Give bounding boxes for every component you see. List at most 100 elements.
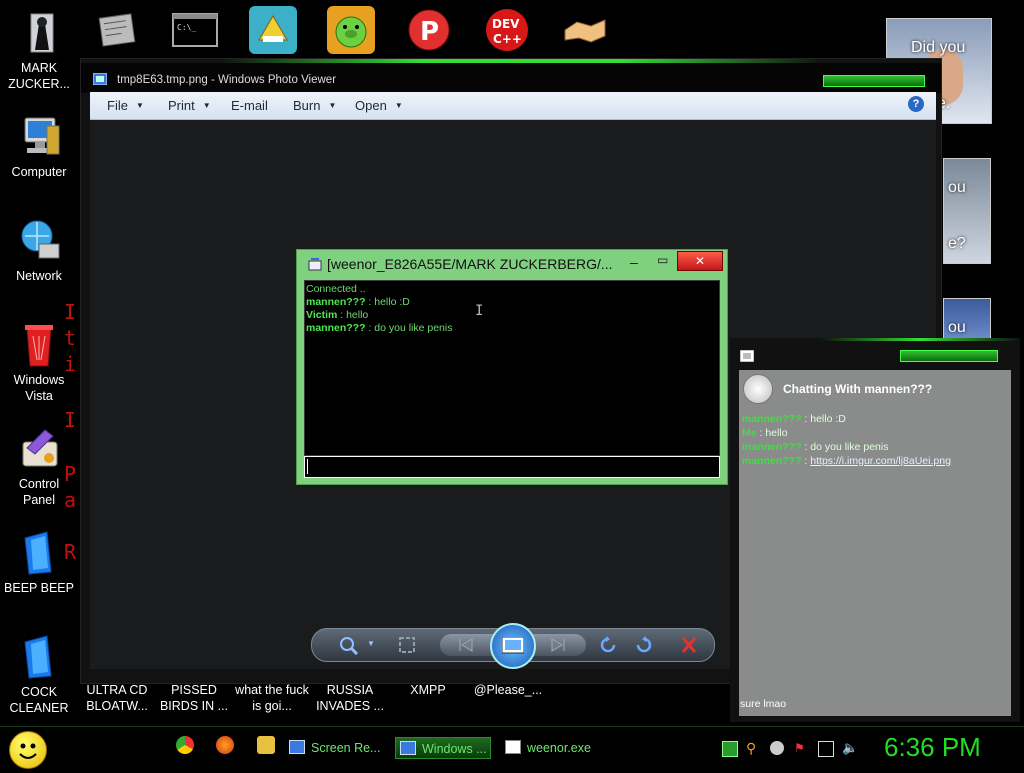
taskbar-item-screen-recorder[interactable]: Screen Re... — [289, 737, 385, 759]
chat-panel-input[interactable]: sure lmao — [739, 694, 1011, 716]
dev-cpp-icon[interactable]: DEV C++ — [483, 6, 531, 54]
actual-size-icon[interactable] — [396, 635, 418, 655]
desktop-icon-computer[interactable]: Computer — [2, 114, 76, 180]
chat-app-icon — [308, 258, 322, 271]
photo-viewer-controls: ▼ — [311, 623, 715, 669]
chat-message: mannen??? : hello :D — [306, 296, 410, 308]
close-icon: ✕ — [694, 254, 706, 268]
chat-link[interactable]: https://i.imgur.com/lj8aUei.png — [810, 455, 951, 467]
menu-file[interactable]: File ▼ — [107, 98, 144, 113]
menu-open[interactable]: Open ▼ — [355, 98, 403, 113]
zoom-icon[interactable] — [338, 635, 360, 656]
svg-text:P: P — [420, 17, 439, 47]
window-control-buttons[interactable] — [900, 350, 998, 362]
tray-green-icon[interactable] — [722, 741, 738, 757]
start-button[interactable] — [9, 731, 47, 769]
desktop-icon-mark-zuckerberg[interactable]: MARK ZUCKER... — [2, 10, 76, 92]
control-panel-icon — [17, 426, 61, 472]
angry-birds-pig-icon[interactable] — [327, 6, 375, 54]
avatar — [743, 374, 773, 404]
chat-message-input[interactable] — [304, 456, 720, 478]
photo-viewer-app-icon — [93, 73, 107, 85]
command-prompt-icon[interactable]: C:\_ — [171, 6, 219, 54]
blue-folder-icon — [17, 634, 61, 680]
thumbnail-caption: Did you — [911, 39, 966, 56]
photo-viewer-titlebar[interactable]: tmp8E63.tmp.png - Windows Photo Viewer — [81, 63, 941, 93]
rotate-left-icon[interactable] — [598, 635, 620, 655]
menu-print[interactable]: Print ▼ — [168, 98, 211, 113]
app-icon — [289, 740, 305, 754]
p-app-icon[interactable]: P — [405, 6, 453, 54]
recycle-bin-icon — [17, 322, 61, 368]
desktop-icon-please[interactable]: @Please_... — [466, 682, 550, 698]
thumbnail-caption: e? — [948, 235, 966, 252]
chat-message: mannen??? : https://i.imgur.com/lj8aUei.… — [742, 455, 951, 467]
folder-icon[interactable] — [257, 736, 275, 754]
maximize-icon[interactable]: ▭ — [657, 253, 668, 267]
firefox-icon[interactable] — [216, 736, 234, 754]
slideshow-button[interactable] — [490, 623, 536, 669]
minimize-icon[interactable]: – — [630, 254, 638, 270]
chat-panel-body: Chatting With mannen??? mannen??? : hell… — [739, 370, 1011, 716]
delete-icon[interactable] — [678, 635, 700, 655]
menu-burn[interactable]: Burn ▼ — [293, 98, 336, 113]
chrome-icon[interactable] — [176, 736, 194, 754]
title-glow — [820, 338, 1020, 341]
photo-viewer-title: tmp8E63.tmp.png - Windows Photo Viewer — [117, 74, 337, 86]
svg-text:C++: C++ — [493, 32, 522, 46]
background-text: R — [64, 540, 77, 564]
desktop-icon-label: Control Panel — [18, 477, 60, 507]
flag-icon[interactable]: ⚑ — [794, 741, 808, 755]
window-control-buttons[interactable] — [823, 75, 925, 87]
help-icon[interactable]: ? — [908, 96, 924, 112]
menu-email[interactable]: E-mail — [231, 98, 268, 113]
desktop-icon-label: Network — [16, 269, 62, 283]
previous-icon[interactable] — [454, 635, 476, 655]
text-cursor-icon: I — [475, 303, 484, 319]
volume-icon[interactable]: 🔈 — [842, 741, 858, 755]
next-icon[interactable] — [548, 635, 570, 655]
background-text: t — [64, 326, 77, 350]
app-icon — [505, 740, 521, 754]
taskbar-item-windows-photo-viewer[interactable]: Windows ... — [395, 737, 491, 759]
chevron-down-icon[interactable]: ▼ — [360, 640, 382, 660]
chat-window-title: [weenor_E826A55E/MARK ZUCKERBERG/... — [327, 256, 613, 272]
network-icon[interactable] — [818, 741, 834, 757]
desktop-icon-xmpp[interactable]: XMPP — [386, 682, 470, 698]
chat-status: Connected .. — [306, 283, 366, 295]
thumbnail-image[interactable]: ou e? — [943, 158, 991, 264]
desktop-icon-network[interactable]: Network — [2, 218, 76, 284]
desktop-icon-cock-cleaner[interactable]: COCK CLEANER — [2, 634, 76, 716]
handshake-icon[interactable] — [561, 6, 609, 54]
smiley-icon — [19, 743, 37, 759]
desktop-icon-russia[interactable]: RUSSIA INVADES ... — [308, 682, 392, 714]
chat-panel-window[interactable]: Chatting With mannen??? mannen??? : hell… — [730, 338, 1020, 722]
desktop-icon-label: Computer — [11, 165, 67, 179]
chat-window[interactable]: [weenor_E826A55E/MARK ZUCKERBERG/... – ▭… — [296, 249, 728, 485]
svg-text:DEV: DEV — [492, 17, 520, 31]
newspaper-icon[interactable] — [93, 6, 141, 54]
desktop-icon-label: Windows Vista — [13, 373, 65, 403]
chat-message: mannen??? : do you like penis — [306, 322, 453, 334]
blue-folder-icon — [17, 530, 61, 576]
caret — [307, 459, 308, 474]
desktop-icon-pissed-birds[interactable]: PISSED BIRDS IN ... — [152, 682, 236, 714]
chat-log: Connected .. mannen??? : hello :D Victim… — [304, 280, 720, 456]
desktop-icon-ultra-cd[interactable]: ULTRA CD BLOATW... — [75, 682, 159, 714]
background-text: i — [64, 352, 77, 376]
thumbnail-caption: ou — [948, 319, 966, 336]
notes-app-icon[interactable] — [249, 6, 297, 54]
window-app-icon — [740, 350, 754, 362]
taskbar: Screen Re... Windows ... weenor.exe ⚲ ⚑ … — [0, 726, 1024, 769]
close-button[interactable]: ✕ — [677, 251, 723, 271]
desktop-icon-what-the[interactable]: what the fuck is goi... — [230, 682, 314, 714]
rotate-right-icon[interactable] — [632, 635, 654, 655]
app-icon — [400, 741, 416, 755]
clock[interactable]: 6:36 PM — [884, 732, 981, 763]
search-icon[interactable]: ⚲ — [746, 741, 760, 755]
computer-icon — [17, 114, 61, 160]
chat-message: mannen??? : do you like penis — [742, 441, 889, 453]
thumbnail-image[interactable]: ou — [943, 298, 991, 340]
tray-disc-icon[interactable] — [770, 741, 784, 755]
taskbar-item-weenor[interactable]: weenor.exe — [505, 737, 601, 759]
